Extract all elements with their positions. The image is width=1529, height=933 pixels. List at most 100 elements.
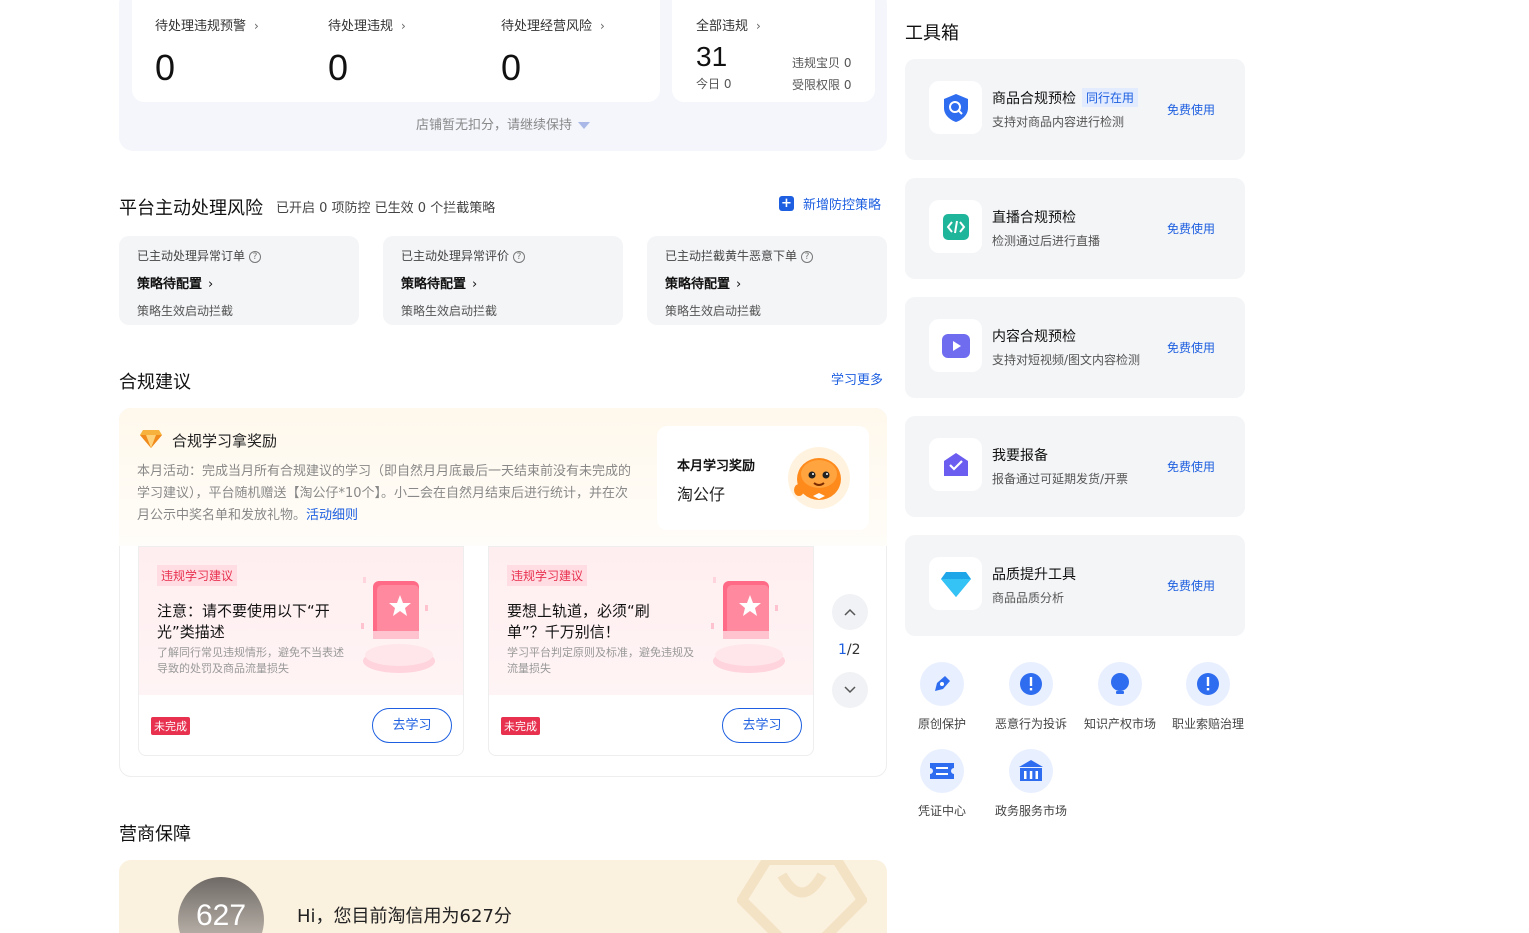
quick-gov-service[interactable]: 政务服务市场 (986, 749, 1076, 819)
tool-card-live-check[interactable]: 直播合规预检 检测通过后进行直播 免费使用 (905, 178, 1245, 279)
stat-value: 0 (501, 47, 522, 88)
stat-pending-violation[interactable]: 待处理违规 › 0 (328, 15, 406, 86)
chevron-right-icon: › (472, 277, 478, 292)
chevron-up-icon (844, 608, 856, 616)
free-use-button[interactable]: 免费使用 (1167, 220, 1215, 237)
restricted-count: 受限权限 0 (792, 78, 852, 92)
help-icon[interactable]: ? (801, 250, 814, 263)
help-icon[interactable]: ? (513, 250, 526, 263)
book-star-icon (359, 577, 449, 681)
risk-card-reviews[interactable]: 已主动处理异常评价? 策略待配置 › 策略生效启动拦截 (383, 236, 623, 325)
status-badge: 未完成 (501, 717, 540, 735)
go-study-button[interactable]: 去学习 (722, 708, 802, 743)
tool-card-quality[interactable]: 品质提升工具 商品品质分析 免费使用 (905, 535, 1245, 636)
tool-card-content-check[interactable]: 内容合规预检 支持对短视频/图文内容检测 免费使用 (905, 297, 1245, 398)
credit-card: 627 Hi，您目前淘信用为627分 (119, 860, 887, 933)
check-envelope-icon (929, 438, 982, 491)
compliance-section-title: 合规建议 (119, 372, 191, 393)
quick-label: 政务服务市场 (994, 804, 1067, 818)
free-use-button[interactable]: 免费使用 (1167, 577, 1215, 594)
tool-name: 商品合规预检 (992, 91, 1076, 107)
tool-card-report[interactable]: 我要报备 报备通过可延期发货/开票 免费使用 (905, 416, 1245, 517)
risk-card-title: 已主动处理异常评价 (401, 249, 510, 263)
risk-section-subtitle: 已开启 0 项防控 已生效 0 个拦截策略 (276, 201, 496, 216)
free-use-button[interactable]: 免费使用 (1167, 458, 1215, 475)
study-desc: 学习平台判定原则及标准，避免违规及流量损失 (507, 646, 694, 675)
tool-desc: 支持对短视频/图文内容检测 (992, 353, 1141, 367)
risk-card-title: 已主动拦截黄牛恶意下单 (665, 249, 798, 263)
help-icon[interactable]: ? (249, 250, 262, 263)
book-star-icon (709, 577, 799, 681)
tool-name: 直播合规预检 (992, 210, 1076, 226)
risk-card-desc: 策略生效启动拦截 (137, 304, 234, 318)
page-indicator: 1/2 (838, 642, 861, 658)
risk-card-desc: 策略生效启动拦截 (665, 304, 762, 318)
chevron-right-icon: › (600, 19, 605, 33)
stat-label: 全部违规 (696, 19, 749, 34)
learn-more-link[interactable]: 学习更多 (831, 369, 883, 388)
stat-label: 待处理违规预警 (155, 19, 247, 34)
ticket-icon (920, 749, 964, 793)
stat-pending-warning[interactable]: 待处理违规预警 › 0 (155, 15, 259, 86)
shield-search-icon (929, 81, 982, 134)
rules-link[interactable]: 活动细则 (306, 508, 358, 523)
all-violations-value: 31 (696, 41, 728, 72)
violation-items-count: 违规宝贝 0 (792, 56, 852, 70)
chevron-right-icon: › (756, 19, 761, 33)
quick-original-protection[interactable]: 原创保护 (897, 662, 987, 732)
deduction-footer[interactable]: 店铺暂无扣分，请继续保持 (119, 114, 887, 133)
quick-label: 凭证中心 (917, 804, 966, 818)
code-icon (929, 200, 982, 253)
risk-card-title: 已主动处理异常订单 (137, 249, 246, 263)
mascot-icon (787, 446, 851, 514)
all-violations-link[interactable]: 全部违规 › (696, 15, 761, 34)
study-card-2[interactable]: 违规学习建议 要想上轨道，必须“刷单”？千万别信！ 学习平台判定原则及标准，避免… (488, 546, 814, 756)
credit-section-title: 营商保障 (119, 824, 191, 845)
quick-voucher-center[interactable]: 凭证中心 (897, 749, 987, 819)
tool-tag: 同行在用 (1082, 88, 1139, 107)
stat-label: 待处理经营风险 (501, 19, 593, 34)
study-card-1[interactable]: 违规学习建议 注意：请不要使用以下“开光”类描述 了解同行常见违规情形，避免不当… (138, 546, 464, 756)
prev-page-button[interactable] (832, 594, 868, 630)
chevron-right-icon: › (208, 277, 214, 292)
plus-icon: + (779, 196, 794, 211)
tool-desc: 支持对商品内容进行检测 (992, 115, 1125, 129)
page-current: 1 (838, 642, 847, 658)
quick-claim-governance[interactable]: 职业索赔治理 (1163, 662, 1253, 732)
risk-card-orders[interactable]: 已主动处理异常订单? 策略待配置 › 策略生效启动拦截 (119, 236, 359, 325)
tool-name: 内容合规预检 (992, 329, 1076, 345)
deduction-text: 店铺暂无扣分，请继续保持 (415, 118, 572, 133)
free-use-button[interactable]: 免费使用 (1167, 101, 1215, 118)
risk-card-scalper[interactable]: 已主动拦截黄牛恶意下单? 策略待配置 › 策略生效启动拦截 (647, 236, 887, 325)
shield-watermark-icon (737, 860, 867, 933)
add-strategy-button[interactable]: + 新增防控策略 (779, 194, 881, 213)
tool-desc: 检测通过后进行直播 (992, 234, 1101, 248)
risk-card-desc: 策略生效启动拦截 (401, 304, 498, 318)
next-page-button[interactable] (832, 672, 868, 708)
study-tag: 违规学习建议 (157, 565, 238, 586)
stat-value: 0 (328, 47, 349, 88)
chevron-right-icon: › (254, 19, 259, 33)
free-use-button[interactable]: 免费使用 (1167, 339, 1215, 356)
chevron-down-icon (844, 686, 856, 694)
diamond-icon (929, 557, 982, 610)
quick-label: 恶意行为投诉 (994, 717, 1067, 731)
reward-description-text: 本月活动：完成当月所有合规建议的学习（即自然月月底最后一天结束前没有未完成的学习… (137, 464, 632, 523)
risk-card-status: 策略待配置 (401, 277, 467, 292)
tool-card-product-check[interactable]: 商品合规预检 同行在用 支持对商品内容进行检测 免费使用 (905, 59, 1245, 160)
risk-section-title: 平台主动处理风险 (119, 198, 263, 219)
stat-pending-risk[interactable]: 待处理经营风险 › 0 (501, 15, 605, 86)
pen-icon (920, 662, 964, 706)
stat-label: 待处理违规 (328, 19, 394, 34)
bulb-icon (1098, 662, 1142, 706)
chevron-right-icon: › (401, 19, 406, 33)
caret-down-icon (578, 122, 590, 129)
study-title: 注意：请不要使用以下“开光”类描述 (157, 602, 330, 641)
risk-card-status: 策略待配置 (137, 277, 203, 292)
go-study-button[interactable]: 去学习 (372, 708, 452, 743)
quick-ip-market[interactable]: 知识产权市场 (1075, 662, 1165, 732)
stat-value: 0 (155, 47, 176, 88)
tool-desc: 商品品质分析 (992, 591, 1065, 605)
quick-malicious-complaint[interactable]: 恶意行为投诉 (986, 662, 1076, 732)
credit-text: Hi，您目前淘信用为627分 (297, 906, 512, 927)
